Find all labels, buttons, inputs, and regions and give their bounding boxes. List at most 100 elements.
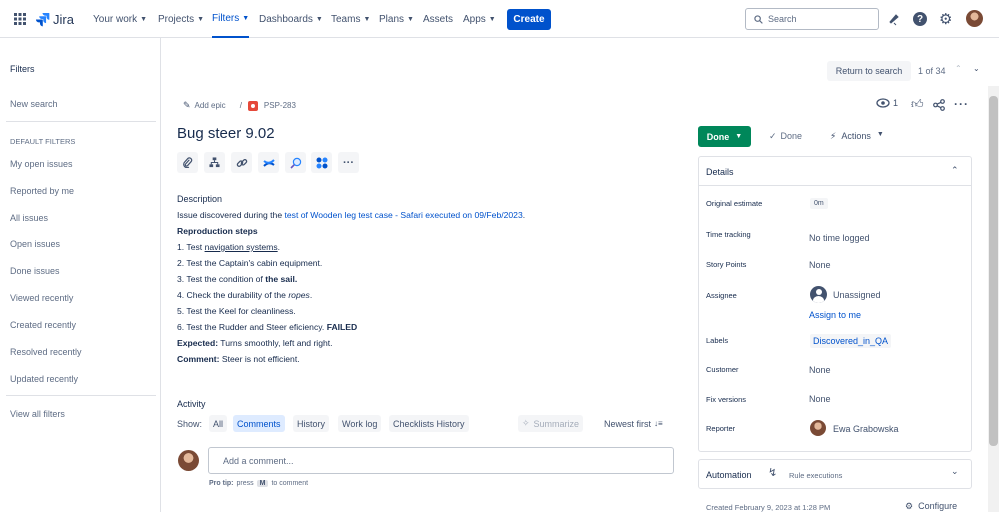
actions-button[interactable]: ⚡︎ Actions ▼ [830,131,884,142]
activity-tab-comments[interactable]: Comments [233,415,285,432]
field-label-original-estimate: Original estimate [706,199,763,208]
assign-to-me-link[interactable]: Assign to me [809,310,861,320]
more-actions-icon[interactable]: ··· [954,97,969,111]
nav-assets[interactable]: Assets [423,0,453,38]
nav-apps[interactable]: Apps ▼ [463,0,496,38]
child-issues-icon[interactable] [204,152,225,173]
sidebar-filter-item[interactable]: Updated recently [10,374,78,384]
collapse-chevron-icon[interactable]: ⌃ [951,165,959,176]
confluence-icon[interactable] [258,152,279,173]
watchers-button[interactable]: 1 [876,98,898,108]
sidebar-filter-item[interactable]: Resolved recently [10,347,82,357]
automation-subtitle: Rule executions [789,471,843,480]
text-fragment: Turns smoothly, left and right. [218,338,333,348]
more-toolbar-icon[interactable]: ··· [338,152,359,173]
assignee-value[interactable]: Unassigned [833,290,881,300]
share-icon[interactable] [933,98,945,116]
sidebar-filter-item[interactable]: Viewed recently [10,293,73,303]
nav-projects[interactable]: Projects ▼ [158,0,204,38]
jira-logo-text: Jira [53,11,74,27]
test-execution-link[interactable]: test of Wooden leg test case - Safari ex… [285,210,523,220]
pro-tip-text: press [236,480,254,487]
app-switcher-icon[interactable] [14,0,26,38]
sort-order-button[interactable]: Newest first ↓≡ [604,419,663,429]
scrollbar-thumb[interactable] [989,96,998,446]
original-estimate-value[interactable]: 0m [810,198,828,209]
activity-tab-history[interactable]: History [293,415,330,432]
current-user-avatar [178,450,199,471]
create-button[interactable]: Create [507,9,551,30]
issue-title[interactable]: Bug steer 9.02 [177,125,275,142]
step-4: 4. Check the durability of the ropes. [177,290,312,300]
previous-issue-icon[interactable]: ⌃ [955,64,962,73]
attachment-icon[interactable] [177,152,198,173]
nav-teams[interactable]: Teams ▼ [331,0,370,38]
fix-versions-value[interactable]: None [809,394,831,404]
notifications-icon[interactable] [887,12,901,31]
sidebar-filter-item[interactable]: All issues [10,213,48,223]
sidebar-filter-item[interactable]: Reported by me [10,186,74,196]
chevron-down-icon: ▼ [488,15,496,23]
step-1: 1. Test navigation systems. [177,242,280,252]
configure-button[interactable]: ⚙ Configure [905,501,957,512]
sidebar-filter-item[interactable]: My open issues [10,159,73,169]
nav-your-work[interactable]: Your work ▼ [93,0,147,38]
search-input[interactable]: Search [745,8,879,30]
comment-input[interactable]: Add a comment... [208,447,674,474]
sidebar-filter-item[interactable]: Created recently [10,320,76,330]
search-placeholder: Search [768,14,797,24]
customer-value[interactable]: None [809,365,831,375]
nav-label: Plans [379,13,405,25]
time-tracking-value[interactable]: No time logged [809,233,870,243]
reproduction-steps-heading: Reproduction steps [177,226,258,236]
summarize-button[interactable]: ✧ Summarize [518,415,584,432]
step-5: 5. Test the Keel for cleanliness. [177,306,296,316]
sidebar-view-all-filters[interactable]: View all filters [10,409,65,419]
profile-avatar[interactable] [966,10,983,27]
filters-sidebar: Filters New search DEFAULT FILTERS My op… [0,38,161,512]
sidebar-filter-item[interactable]: Done issues [10,266,60,276]
activity-tab-all[interactable]: All [209,415,228,432]
gear-icon: ⚙ [905,501,914,511]
details-header[interactable] [698,156,972,186]
chevron-down-icon: ▼ [407,15,414,23]
next-issue-icon[interactable]: ⌄ [973,64,980,73]
text-fragment: 3. Test the condition of [177,274,266,284]
details-heading: Details [706,167,734,177]
expected-line: Expected: Turns smoothly, left and right… [177,338,333,348]
thumbs-up-icon[interactable]: 👍︎ [911,97,924,112]
field-label-story-points: Story Points [706,260,747,269]
navigation-systems-link[interactable]: navigation systems [205,242,278,252]
search-test-icon[interactable] [285,152,306,173]
activity-tab-checklists-history[interactable]: Checklists History [389,415,469,432]
add-epic-link[interactable]: Add epic [195,101,226,110]
nav-dashboards[interactable]: Dashboards ▼ [259,0,323,38]
description-line: Issue discovered during the test of Wood… [177,210,525,220]
sort-label: Newest first [604,419,652,429]
jira-logo[interactable]: Jira [35,0,74,38]
settings-gear-icon[interactable]: ⚙ [939,10,952,28]
link-issue-icon[interactable] [231,152,252,173]
story-points-value[interactable]: None [809,260,831,270]
issue-key-link[interactable]: PSP-283 [264,101,296,110]
expand-chevron-icon[interactable]: ⌄ [951,466,959,477]
nav-filters[interactable]: Filters ▼ [212,0,250,38]
return-to-search-button[interactable]: Return to search [827,61,911,81]
sidebar-filter-item[interactable]: Open issues [10,239,60,249]
text-fragment: 6. Test the Rudder and Steer eficiency. [177,322,327,332]
field-label-labels: Labels [706,336,729,345]
comment-line: Comment: Steer is not efficient. [177,354,300,364]
label-tag[interactable]: Discovered_in_QA [810,334,892,348]
pager-count: 1 of 34 [918,66,946,76]
status-label: Done [706,131,730,142]
jira-logo-icon [35,12,50,26]
nav-plans[interactable]: Plans ▼ [379,0,414,38]
text-fragment: Steer is not efficient. [219,354,300,364]
help-icon[interactable]: ? [913,12,927,26]
nav-label: Teams [331,13,361,25]
activity-tab-work-log[interactable]: Work log [338,415,382,432]
status-dropdown-button[interactable]: Done ▼ [698,126,751,147]
app-tiles-icon[interactable] [311,152,332,173]
reporter-value[interactable]: Ewa Grabowska [833,424,899,434]
sidebar-new-search[interactable]: New search [10,99,58,109]
